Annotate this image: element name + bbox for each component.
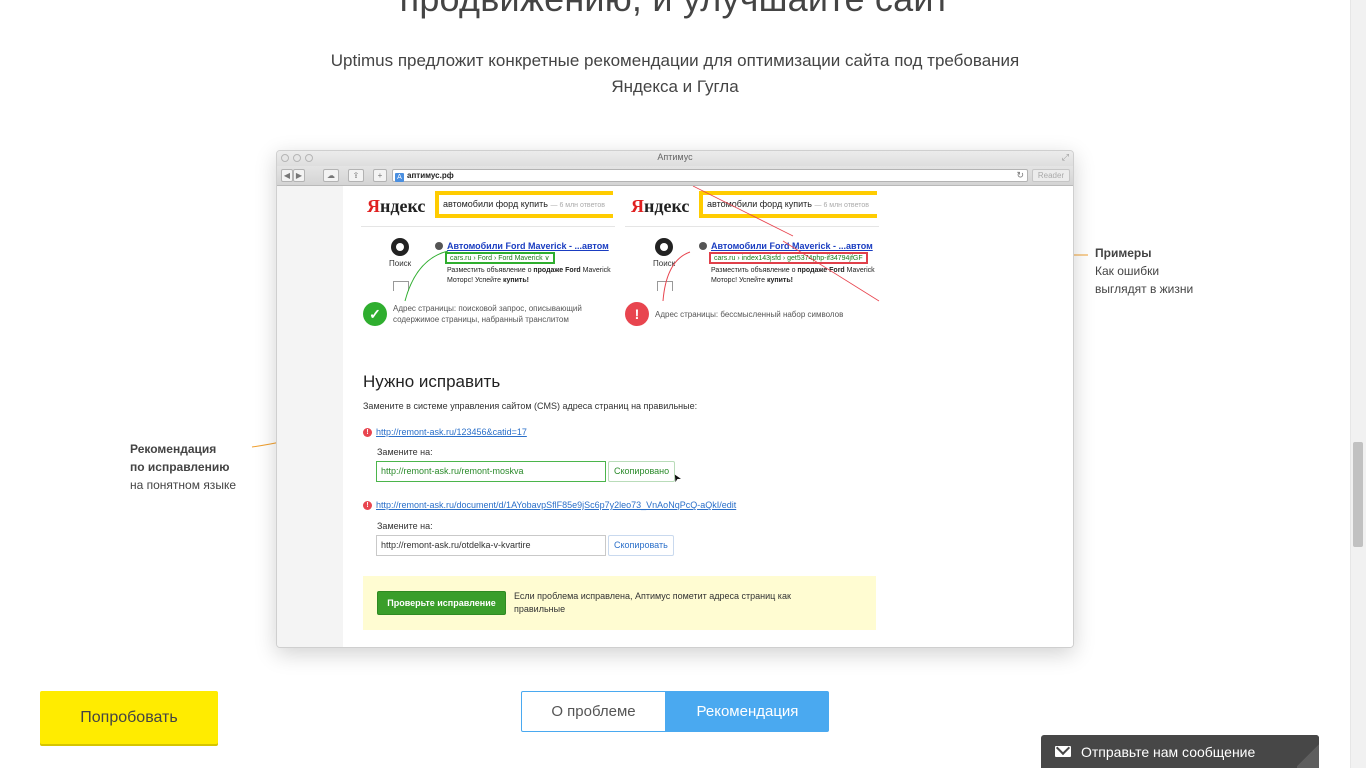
new-url-field: http://remont-ask.ru/remont-moskva [376, 461, 606, 482]
annotation-recommendation-title2: по исправлению [130, 460, 230, 474]
new-url-field: http://remont-ask.ru/otdelka-v-kvartire [376, 535, 606, 556]
try-button[interactable]: Попробовать [40, 691, 218, 744]
status-bad: ! Адрес страницы: бессмысленный набор си… [625, 302, 843, 326]
checkmark-icon: ✓ [363, 302, 387, 326]
chat-corner [1297, 735, 1319, 768]
browser-window-title: Аптимус [657, 152, 693, 162]
bad-url-link: http://remont-ask.ru/123456&catid=17 [376, 427, 527, 437]
replace-label: Замените на: [377, 447, 433, 457]
hero-subtitle-line1: Uptimus предложит конкретные рекомендаци… [330, 51, 1020, 70]
bad-url-row: ! http://remont-ask.ru/123456&catid=17 [363, 427, 527, 437]
check-fix-button: Проверьте исправление [377, 591, 506, 615]
replace-label: Замените на: [377, 521, 433, 531]
hero-title: продвижению, и улучшайте сайт [0, 0, 1350, 20]
status-good-text: Адрес страницы: поисковой запрос, описыв… [393, 304, 582, 324]
forward-icon: ▶ [293, 169, 305, 182]
cloud-icon: ☁ [323, 169, 339, 182]
annotation-examples-title: Примеры [1095, 246, 1152, 260]
annotation-recommendation-line: на понятном языке [130, 478, 236, 492]
status-good: ✓ Адрес страницы: поисковой запрос, опис… [363, 302, 623, 326]
snippet-pointer-lines [404, 186, 880, 302]
hero-subtitle-line2: Яндекса и Гугла [611, 77, 739, 96]
fix-heading: Нужно исправить [363, 372, 501, 391]
annotation-recommendation-title1: Рекомендация [130, 442, 217, 456]
browser-content: Яндекс автомобили форд купить — 6 млн от… [277, 186, 1073, 647]
new-tab-icon: + [373, 169, 387, 182]
share-icon: ⇪ [348, 169, 364, 182]
expand-icon: ⤢ [1061, 152, 1069, 162]
hero-subtitle: Uptimus предложит конкретные рекомендаци… [283, 48, 1067, 100]
error-icon: ! [625, 302, 649, 326]
page: продвижению, и улучшайте сайт Uptimus пр… [0, 0, 1366, 768]
back-icon: ◀ [281, 169, 293, 182]
warning-icon: ! [363, 427, 372, 437]
browser-url: аптимус.рф [407, 171, 454, 180]
browser-window-mockup: Аптимус ⤢ ◀ ▶ ☁ ⇪ + Aаптимус.рф ↻ Reader… [276, 150, 1074, 648]
annotation-examples-line1: Как ошибки [1095, 264, 1160, 278]
page-scrollbar[interactable] [1350, 0, 1366, 768]
bad-url-row: ! http://remont-ask.ru/document/d/1AYoba… [363, 500, 736, 510]
copied-button: Скопировано [608, 461, 676, 482]
annotation-recommendation: Рекомендация по исправлению на понятном … [130, 440, 236, 494]
tab-about-problem[interactable]: О проблеме [521, 691, 666, 732]
chat-label: Отправьте нам сообщение [1081, 744, 1256, 760]
bad-url-link: http://remont-ask.ru/document/d/1AYobavp… [376, 500, 737, 510]
site-favicon-icon: A [395, 173, 404, 182]
tab-recommendation[interactable]: Рекомендация [666, 691, 829, 732]
check-fix-panel: Проверьте исправление Если проблема испр… [363, 576, 876, 630]
uptimus-report: Яндекс автомобили форд купить — 6 млн от… [343, 186, 1073, 647]
slide-tab-switch: О проблеме Рекомендация [521, 691, 829, 732]
browser-toolbar: ◀ ▶ ☁ ⇪ + Aаптимус.рф ↻ Reader [277, 166, 1073, 186]
scrollbar-thumb[interactable] [1353, 442, 1363, 547]
chat-widget[interactable]: Отправьте нам сообщение [1041, 735, 1319, 768]
fix-intro: Замените в системе управления сайтом (CM… [363, 401, 698, 411]
reader-button: Reader [1032, 169, 1070, 182]
envelope-icon [1055, 746, 1071, 757]
copy-button: Скопировать [608, 535, 674, 556]
annotation-examples-line2: выглядят в жизни [1095, 282, 1194, 296]
browser-titlebar: Аптимус ⤢ [277, 151, 1073, 166]
status-bad-text: Адрес страницы: бессмысленный набор симв… [655, 309, 844, 319]
browser-address-bar: Aаптимус.рф ↻ [392, 169, 1028, 182]
warning-icon: ! [363, 500, 372, 510]
check-fix-note: Если проблема исправлена, Аптимус помети… [514, 591, 791, 614]
reload-icon: ↻ [1016, 170, 1024, 180]
annotation-examples: Примеры Как ошибки выглядят в жизни [1095, 244, 1193, 298]
